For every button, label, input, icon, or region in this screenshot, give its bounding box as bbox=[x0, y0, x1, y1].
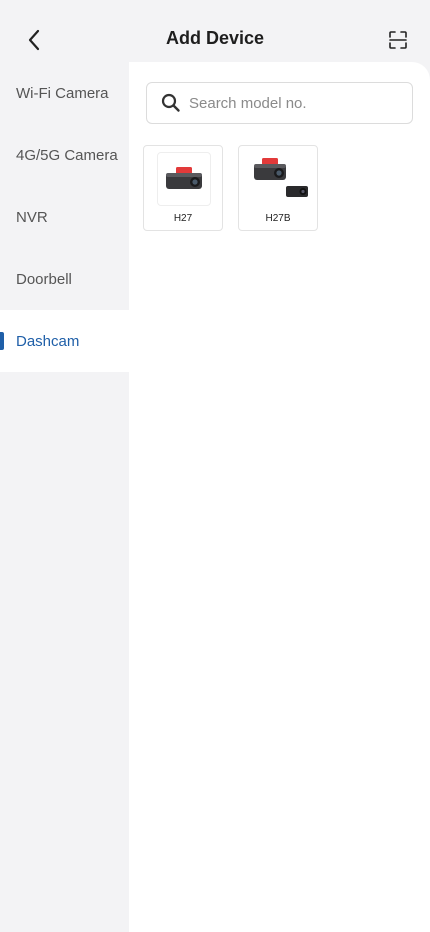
scan-frame-icon bbox=[389, 31, 407, 49]
scan-button[interactable] bbox=[382, 24, 414, 56]
sidebar-item-doorbell[interactable]: Doorbell bbox=[0, 248, 129, 310]
search-input[interactable] bbox=[189, 94, 412, 112]
sidebar-item-label: NVR bbox=[16, 208, 48, 226]
sidebar-item-4g-5g-camera[interactable]: 4G/5G Camera bbox=[0, 124, 129, 186]
device-card-h27b[interactable]: H27B bbox=[238, 145, 318, 231]
search-box[interactable] bbox=[146, 82, 413, 124]
sidebar-item-wifi-camera[interactable]: Wi-Fi Camera bbox=[0, 62, 129, 124]
device-model-label: H27B bbox=[265, 213, 291, 224]
sidebar-item-nvr[interactable]: NVR bbox=[0, 186, 129, 248]
sidebar-item-label: Wi-Fi Camera bbox=[16, 84, 109, 102]
dashcam-icon bbox=[166, 167, 202, 189]
device-grid: H27 H27B bbox=[143, 145, 318, 231]
device-thumbnail bbox=[252, 152, 308, 206]
page-title: Add Device bbox=[165, 28, 265, 48]
dashcam-with-rear-camera-icon bbox=[254, 158, 308, 197]
sidebar-item-label: Dashcam bbox=[16, 332, 80, 350]
sidebar-item-dashcam[interactable]: Dashcam bbox=[0, 310, 129, 372]
category-sidebar: Wi-Fi Camera 4G/5G Camera NVR Doorbell D… bbox=[0, 62, 129, 932]
device-panel: H27 H27B bbox=[129, 62, 430, 932]
search-icon bbox=[161, 92, 183, 114]
device-card-h27[interactable]: H27 bbox=[143, 145, 223, 231]
sidebar-item-label: Doorbell bbox=[16, 270, 72, 288]
active-indicator bbox=[0, 332, 4, 350]
device-model-label: H27 bbox=[173, 213, 193, 224]
sidebar-item-label: 4G/5G Camera bbox=[16, 146, 118, 164]
device-thumbnail bbox=[157, 152, 211, 206]
